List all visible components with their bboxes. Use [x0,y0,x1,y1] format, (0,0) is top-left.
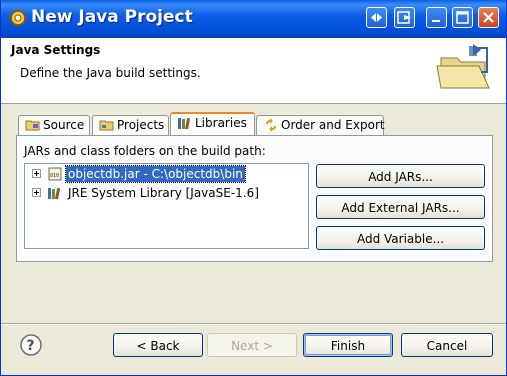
tree-item-label: JRE System Library [JavaSE-1.6] [68,186,259,200]
build-path-tree[interactable]: 010 objectdb.jar - C:\objectdb\bin JRE S… [24,163,309,249]
tree-item-label: objectdb.jar - C:\objectdb\bin [65,165,246,183]
minimize-icon [432,20,440,22]
window-title: New Java Project [31,7,193,27]
restore-left-button[interactable] [366,7,387,28]
svg-text:?: ? [27,338,35,354]
java-project-folder-icon [436,44,490,89]
tab-order-and-export[interactable]: Order and Export [256,115,385,135]
add-external-jars-button[interactable]: Add External JARs... [316,195,485,219]
jar-icon: 010 [48,167,62,181]
tree-item-jre-system-library[interactable]: JRE System Library [JavaSE-1.6] [25,184,305,202]
minimize-button[interactable] [426,7,447,28]
page-description: Define the Java build settings. [20,66,201,80]
close-button[interactable] [478,7,499,28]
add-variable-button[interactable]: Add Variable... [316,226,485,250]
eclipse-gear-icon [9,9,27,27]
footer-separator [1,323,506,325]
new-java-project-window: New Java Project Java Settings Define th… [0,0,507,376]
expand-icon[interactable] [32,169,41,178]
move-window-button[interactable] [394,7,415,28]
order-export-icon [266,118,276,132]
maximize-button[interactable] [452,7,473,28]
tab-source[interactable]: Source [18,115,90,135]
page-title: Java Settings [11,43,101,57]
source-folder-icon [25,120,40,131]
tab-libraries-label: Libraries [195,116,247,130]
libraries-icon [178,117,191,130]
library-icon [48,187,61,200]
tree-item-objectdb-jar[interactable]: 010 objectdb.jar - C:\objectdb\bin [25,165,305,183]
next-button[interactable]: Next > [207,333,297,357]
expand-icon[interactable] [32,188,41,197]
title-bar[interactable]: New Java Project [1,0,506,38]
cancel-button[interactable]: Cancel [401,333,493,357]
back-button[interactable]: < Back [113,333,203,357]
double-arrow-icon [371,13,382,22]
projects-icon [99,120,114,131]
wizard-header: Java Settings Define the Java build sett… [1,38,506,104]
tab-libraries[interactable]: Libraries [170,112,255,135]
finish-button[interactable]: Finish [303,333,393,357]
close-icon [483,12,494,23]
window-arrow-icon [397,11,411,24]
maximize-icon [456,11,469,24]
add-jars-button[interactable]: Add JARs... [316,164,485,188]
tab-projects-label: Projects [117,118,165,132]
tab-source-label: Source [43,118,85,132]
tab-order-and-export-label: Order and Export [281,118,385,132]
build-path-label: JARs and class folders on the build path… [24,144,266,158]
tab-projects[interactable]: Projects [92,115,169,135]
svg-text:010: 010 [50,173,59,179]
libraries-panel: JARs and class folders on the build path… [16,135,493,262]
help-icon[interactable]: ? [19,333,43,357]
